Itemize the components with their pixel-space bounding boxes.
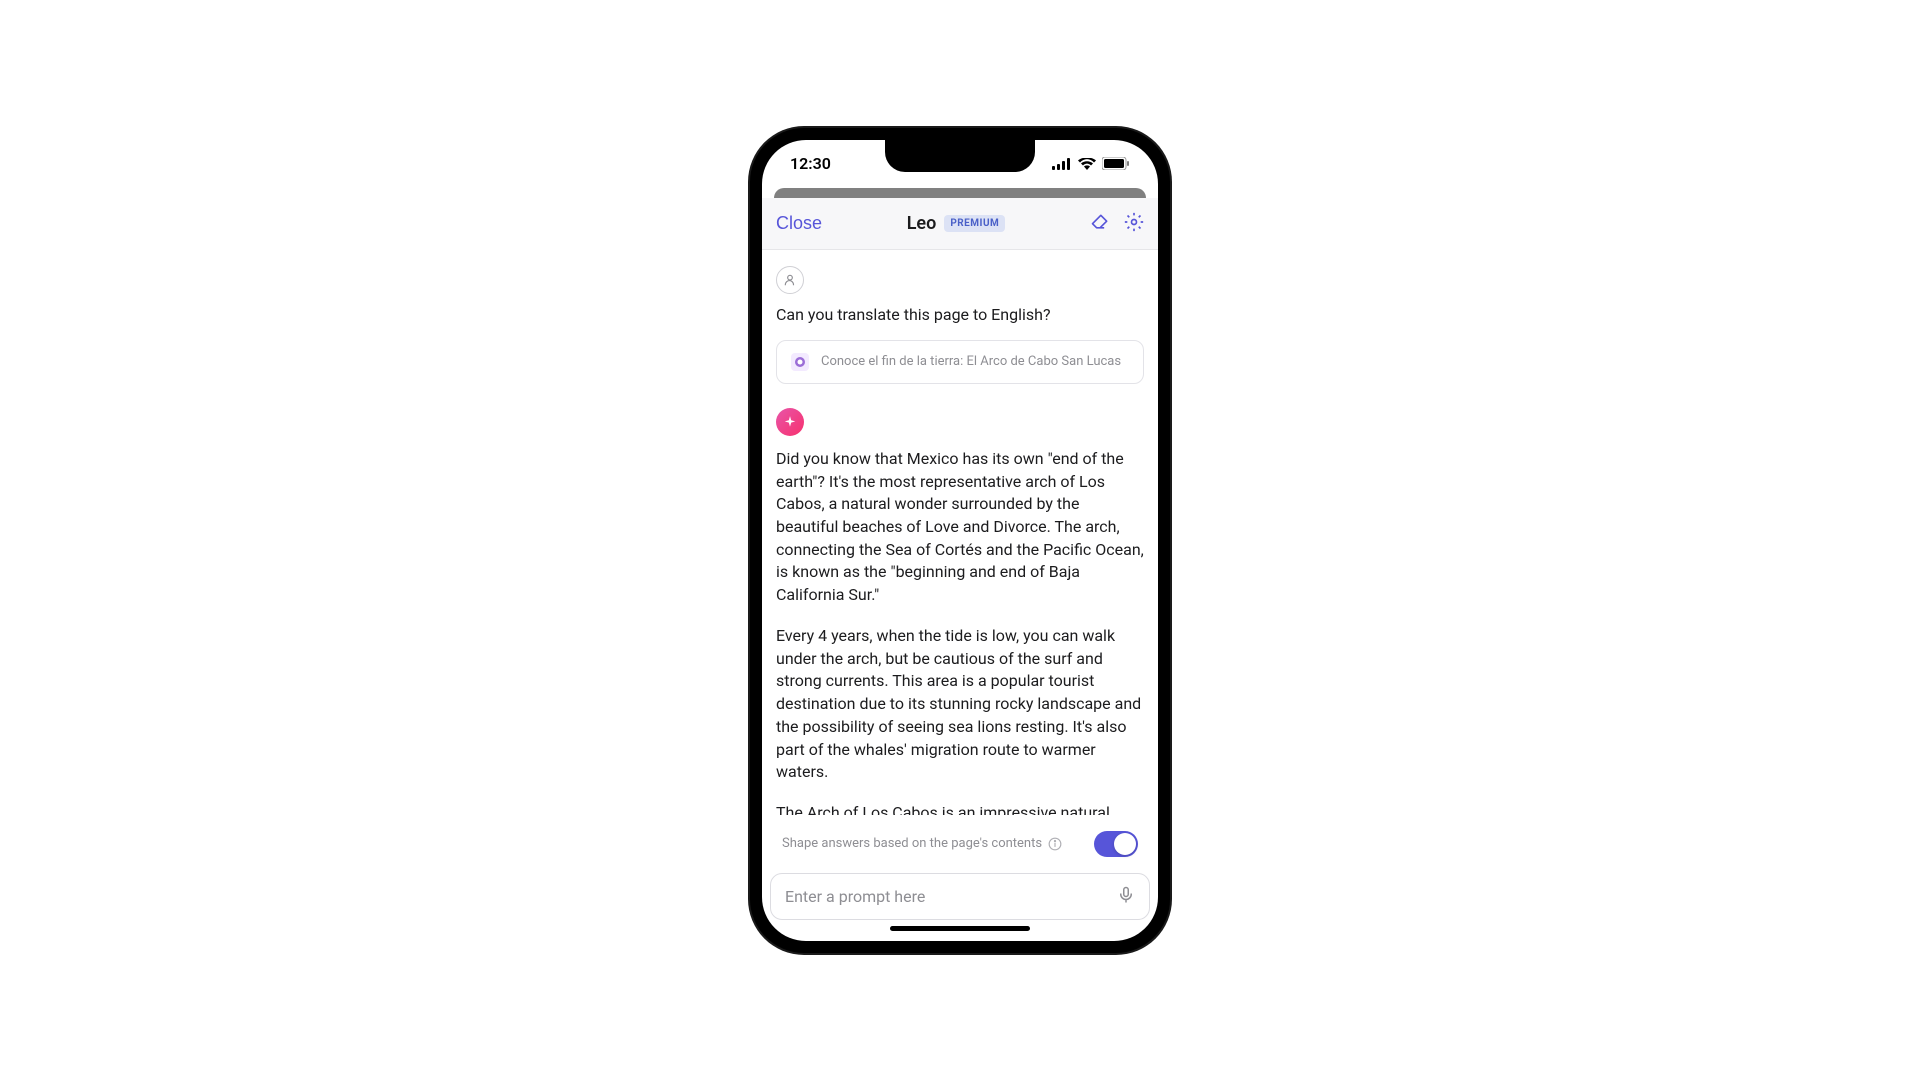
settings-button[interactable] [1124,212,1144,235]
user-message: Can you translate this page to English? [776,304,1144,326]
info-icon[interactable] [1048,837,1062,851]
page-icon [794,356,806,368]
eraser-icon [1090,212,1110,232]
ai-paragraph-2: Every 4 years, when the tide is low, you… [776,625,1144,784]
context-card-title: Conoce el fin de la tierra: El Arco de C… [821,354,1121,369]
header-action-icons [1090,212,1144,235]
background-sheet-peek [774,188,1146,198]
app-title: Leo [907,213,937,234]
home-indicator[interactable] [890,926,1030,931]
sparkle-icon [783,415,797,429]
wifi-icon [1078,158,1096,170]
shape-answers-bar: Shape answers based on the page's conten… [770,823,1150,865]
person-icon [783,273,797,287]
premium-badge: PREMIUM [944,215,1005,232]
page-context-card[interactable]: Conoce el fin de la tierra: El Arco de C… [776,340,1144,384]
shape-text-group: Shape answers based on the page's conten… [782,836,1062,851]
user-avatar [776,266,804,294]
bottom-section: Shape answers based on the page's conten… [762,815,1158,941]
prompt-input-bar [770,873,1150,920]
phone-notch [885,140,1035,172]
ai-avatar [776,408,804,436]
shape-answers-label: Shape answers based on the page's conten… [782,836,1042,851]
sheet-header: Close Leo PREMIUM [762,198,1158,250]
cellular-signal-icon [1052,158,1072,170]
battery-icon [1102,157,1130,170]
phone-frame: 12:30 Close Leo PREMIUM [750,128,1170,953]
ai-message: Did you know that Mexico has its own "en… [776,448,1144,815]
gear-icon [1124,212,1144,232]
microphone-button[interactable] [1117,886,1135,907]
ai-paragraph-3: The Arch of Los Cabos is an impressive n… [776,802,1144,815]
close-button[interactable]: Close [776,213,822,234]
header-title-group: Leo PREMIUM [822,213,1090,234]
shape-answers-toggle[interactable] [1094,831,1138,857]
status-icons [1052,157,1130,170]
toggle-knob [1114,833,1136,855]
status-time: 12:30 [790,154,831,173]
phone-screen: 12:30 Close Leo PREMIUM [762,140,1158,941]
microphone-icon [1117,886,1135,904]
erase-button[interactable] [1090,212,1110,235]
context-card-favicon [791,353,809,371]
prompt-input[interactable] [785,887,1107,906]
ai-paragraph-1: Did you know that Mexico has its own "en… [776,448,1144,607]
chat-scroll-area[interactable]: Can you translate this page to English? … [762,250,1158,815]
